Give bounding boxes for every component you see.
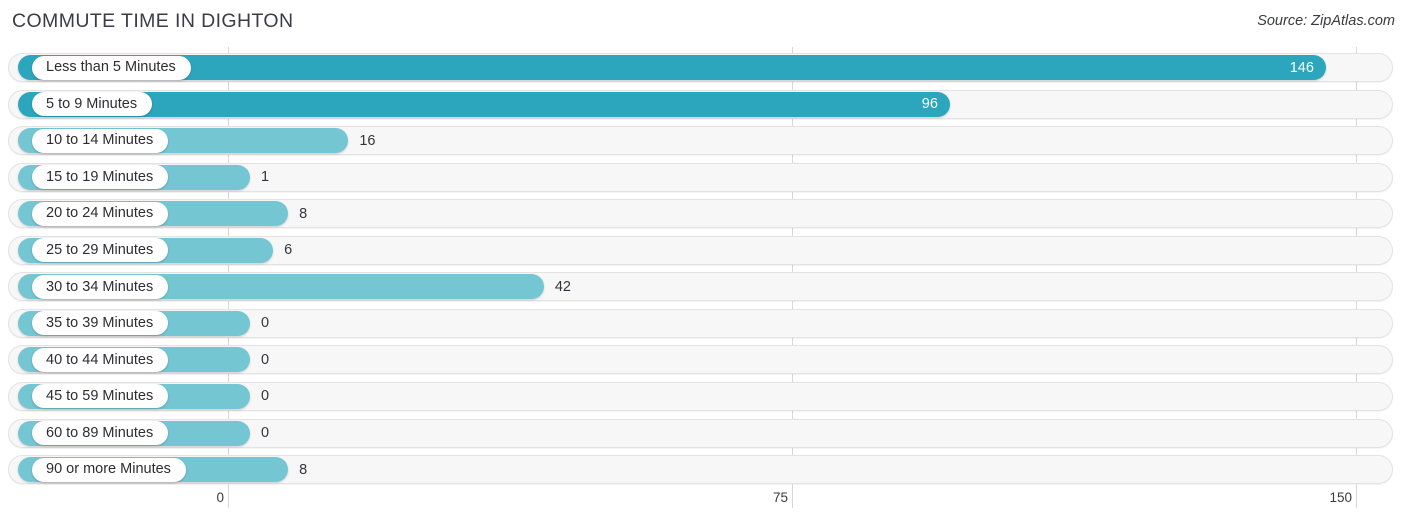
category-label-pill: Less than 5 Minutes — [32, 55, 191, 80]
bar-value-label: 96 — [921, 96, 938, 113]
bar-value-label: 146 — [1289, 59, 1314, 76]
category-label: 40 to 44 Minutes — [46, 351, 154, 368]
category-label: Less than 5 Minutes — [46, 59, 176, 76]
bar-value-label: 0 — [261, 315, 270, 332]
x-axis: 0 75 150 — [0, 484, 1406, 523]
category-label-pill: 30 to 34 Minutes — [32, 274, 169, 299]
plot-area: 146 Less than 5 Minutes 96 5 to 9 Minutes 16… — [0, 47, 1406, 485]
bar-value-label: 42 — [554, 278, 571, 295]
category-label: 15 to 19 Minutes — [46, 168, 154, 185]
category-label-pill: 35 to 39 Minutes — [32, 311, 169, 336]
source-attribution: Source: ZipAtlas.com — [1257, 13, 1395, 29]
category-label: 30 to 34 Minutes — [46, 278, 154, 295]
category-label: 90 or more Minutes — [46, 461, 171, 478]
category-label: 20 to 24 Minutes — [46, 205, 154, 222]
category-label-pill: 25 to 29 Minutes — [32, 238, 169, 263]
bar-value-label: 16 — [359, 132, 376, 149]
bar-value-label: 1 — [261, 169, 270, 186]
category-label: 60 to 89 Minutes — [46, 424, 154, 441]
category-label: 25 to 29 Minutes — [46, 242, 154, 258]
category-label-pill: 90 or more Minutes — [32, 457, 186, 482]
bar-row[interactable]: 0 35 to 39 Minutes — [8, 308, 1393, 338]
bar-value-label: 0 — [261, 351, 270, 368]
bar-row[interactable]: 0 45 to 59 Minutes — [8, 381, 1393, 411]
bar-value-label: 8 — [299, 461, 308, 478]
category-label: 45 to 59 Minutes — [46, 388, 154, 405]
category-label-pill: 40 to 44 Minutes — [32, 347, 169, 372]
category-label-pill: 45 to 59 Minutes — [32, 384, 169, 409]
category-label: 10 to 14 Minutes — [46, 132, 154, 149]
category-label: 5 to 9 Minutes — [46, 95, 138, 112]
bar-row[interactable]: 0 60 to 89 Minutes — [8, 418, 1393, 448]
page-title: COMMUTE TIME IN DIGHTON — [12, 10, 294, 32]
bar-row[interactable]: 0 40 to 44 Minutes — [8, 345, 1393, 375]
tick-label-150: 150 — [1329, 490, 1352, 505]
tick-mark-75 — [792, 484, 793, 508]
bar-value-label: 8 — [299, 205, 308, 222]
bar-row[interactable]: 42 30 to 34 Minutes — [8, 272, 1393, 302]
tick-mark-150 — [1356, 484, 1357, 508]
bar — [18, 91, 950, 117]
bar-row[interactable]: 146 Less than 5 Minutes — [8, 53, 1393, 82]
category-label-pill: 15 to 19 Minutes — [32, 165, 169, 190]
bar-value-label: 0 — [261, 425, 270, 441]
bar-row[interactable]: 8 90 or more Minutes — [8, 455, 1393, 485]
category-label-pill: 20 to 24 Minutes — [32, 201, 169, 226]
bar-row[interactable]: 16 10 to 14 Minutes — [8, 126, 1393, 156]
category-label-pill: 5 to 9 Minutes — [32, 92, 153, 117]
category-label: 35 to 39 Minutes — [46, 315, 154, 332]
bar — [18, 55, 1326, 80]
tick-label-75: 75 — [772, 490, 788, 505]
bar-row[interactable]: 8 20 to 24 Minutes — [8, 199, 1393, 229]
tick-label-0: 0 — [216, 490, 224, 505]
bar-row[interactable]: 6 25 to 29 Minutes — [8, 235, 1393, 265]
bar-value-label: 0 — [261, 388, 270, 405]
bar-row[interactable]: 1 15 to 19 Minutes — [8, 162, 1393, 192]
tick-mark-0 — [228, 484, 229, 508]
bar-value-label: 6 — [284, 242, 293, 259]
category-label-pill: 60 to 89 Minutes — [32, 421, 169, 445]
category-label-pill: 10 to 14 Minutes — [32, 128, 169, 153]
bar-row[interactable]: 96 5 to 9 Minutes — [8, 89, 1393, 119]
